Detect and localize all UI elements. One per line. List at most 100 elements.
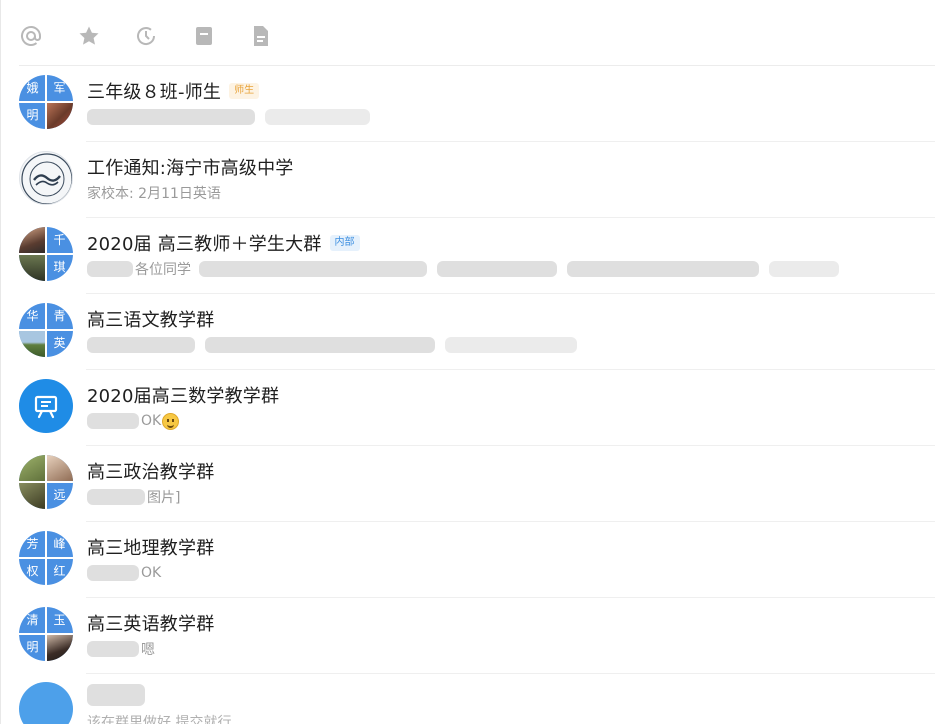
conversation-item-partial[interactable]: 该在群里做好 提交就行 [1, 674, 935, 724]
conversation-item[interactable]: 远 高三政治教学群 图片] [1, 446, 935, 522]
avatar-member-photo [46, 102, 73, 129]
redacted-text [87, 337, 195, 353]
redacted-text [87, 261, 133, 277]
redacted-text [87, 489, 145, 505]
group-type-badge: 师生 [229, 83, 260, 99]
redacted-text [769, 261, 839, 277]
avatar-member-photo [46, 455, 73, 482]
avatar-member-char: 芳 [26, 537, 39, 551]
conversation-title: 工作通知:海宁市高级中学 [87, 158, 294, 179]
conversation-title-row: 2020届 高三教师＋学生大群 内部 [87, 231, 360, 255]
avatar-member-char: 红 [53, 564, 66, 578]
avatar-member-char: 峰 [53, 537, 66, 551]
preview-text: OK [141, 413, 162, 429]
message-preview: 图片] [87, 487, 180, 507]
conversation-item[interactable]: 清 玉 明 高三英语教学群 嗯 [1, 598, 935, 674]
conversation-title: 三年级８班-师生 [87, 82, 222, 103]
conversation-title-row: 2020届高三数学教学群 [87, 383, 279, 407]
message-preview: 各位同学 [87, 259, 849, 279]
redacted-text [437, 261, 557, 277]
avatar-divider [19, 557, 73, 559]
avatar-divider [19, 253, 73, 255]
avatar-member-photo [19, 330, 46, 357]
conversation-panel: 娥 军 明 三年级８班-师生 师生 工作通知:海宁市高级中学 家校本: 2月11… [0, 0, 935, 724]
avatar-member-char: 明 [26, 108, 39, 122]
conversation-title: 高三英语教学群 [87, 614, 215, 635]
avatar-member-char: 明 [26, 640, 39, 654]
conversation-title-row: 高三语文教学群 [87, 307, 214, 331]
avatar-member-char: 清 [26, 613, 39, 627]
group-avatar [19, 682, 73, 724]
conversation-item[interactable]: 芳 峰 权 红 高三地理教学群 OK [1, 522, 935, 598]
conversation-item[interactable]: 2020届高三数学教学群 OK [1, 370, 935, 446]
avatar-member-photo [19, 227, 46, 254]
preview-text: 该在群里做好 提交就行 [87, 715, 232, 724]
redacted-text [87, 413, 139, 429]
conversation-title-row: 三年级８班-师生 师生 [87, 79, 260, 103]
conversation-title: 高三政治教学群 [87, 462, 215, 483]
school-logo-avatar [19, 151, 73, 205]
group-avatar: 芳 峰 权 红 [19, 531, 73, 585]
avatar-member-photo [19, 254, 46, 281]
preview-text: OK [141, 565, 162, 581]
avatar-divider [19, 329, 73, 331]
filter-toolbar [1, 0, 935, 66]
message-preview: 家校本: 2月11日英语 [87, 183, 221, 203]
redacted-text [87, 565, 139, 581]
message-preview [87, 107, 380, 127]
conversation-item[interactable]: 华 青 英 高三语文教学群 [1, 294, 935, 370]
redacted-text [205, 337, 435, 353]
conversation-title: 2020届 高三教师＋学生大群 [87, 234, 322, 255]
group-avatar: 千 琪 [19, 227, 73, 281]
avatar-member-photo [19, 482, 46, 509]
preview-text: 各位同学 [135, 262, 191, 278]
preview-text: 图片] [147, 490, 181, 506]
avatar-member-char: 权 [26, 564, 39, 578]
redacted-text [87, 641, 139, 657]
redacted-text [265, 109, 370, 125]
clock-icon[interactable] [134, 24, 158, 48]
archive-icon[interactable] [192, 24, 216, 48]
avatar-divider [19, 101, 73, 103]
conversation-list: 娥 军 明 三年级８班-师生 师生 工作通知:海宁市高级中学 家校本: 2月11… [1, 66, 935, 674]
group-avatar: 远 [19, 455, 73, 509]
at-icon[interactable] [19, 24, 43, 48]
conversation-title: 高三语文教学群 [87, 310, 215, 331]
avatar-member-char: 远 [53, 488, 66, 502]
conversation-title-row: 高三政治教学群 [87, 459, 214, 483]
avatar-member-char: 青 [53, 309, 66, 323]
conversation-item[interactable]: 工作通知:海宁市高级中学 家校本: 2月11日英语 [1, 142, 935, 218]
redacted-text [445, 337, 577, 353]
avatar-member-char: 英 [53, 336, 66, 350]
redacted-title [87, 684, 145, 706]
avatar-divider [19, 633, 73, 635]
message-preview: OK [87, 411, 180, 431]
group-avatar: 娥 军 明 [19, 75, 73, 129]
group-avatar: 清 玉 明 [19, 607, 73, 661]
preview-text: 家校本: 2月11日英语 [87, 186, 221, 202]
redacted-text [199, 261, 427, 277]
avatar-divider [19, 481, 73, 483]
smile-emoji-icon [162, 412, 180, 430]
message-preview: OK [87, 563, 161, 583]
conversation-item[interactable]: 娥 军 明 三年级８班-师生 师生 [1, 66, 935, 142]
redacted-text [87, 109, 255, 125]
conversation-title-row: 高三地理教学群 [87, 535, 214, 559]
avatar-member-char: 华 [26, 309, 39, 323]
school-seal-icon [21, 153, 72, 204]
document-icon[interactable] [249, 24, 273, 48]
star-icon[interactable] [77, 24, 101, 48]
group-avatar [19, 379, 73, 433]
conversation-title-row: 工作通知:海宁市高级中学 [87, 155, 293, 179]
avatar-member-char: 千 [53, 233, 66, 247]
conversation-title: 2020届高三数学教学群 [87, 386, 280, 407]
avatar-member-char: 军 [53, 81, 66, 95]
avatar-member-char: 娥 [26, 81, 39, 95]
group-avatar: 华 青 英 [19, 303, 73, 357]
message-preview [87, 335, 587, 355]
redacted-text [567, 261, 759, 277]
avatar-member-char: 玉 [53, 613, 66, 627]
preview-text: 嗯 [141, 642, 155, 658]
conversation-item[interactable]: 千 琪 2020届 高三教师＋学生大群 内部 各位同学 [1, 218, 935, 294]
avatar-member-photo [46, 634, 73, 661]
